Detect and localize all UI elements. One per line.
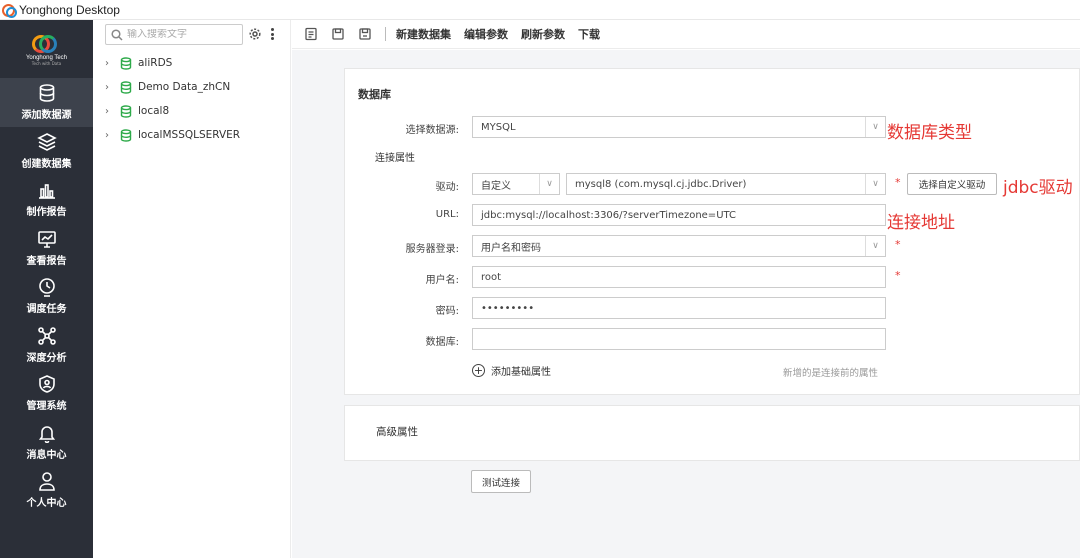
password-input[interactable]: ••••••••• [472, 297, 886, 319]
datasource-tree-panel: › aliRDS › Demo Data_zhCN › local8 › loc… [93, 20, 291, 558]
brand-tagline: Tech with Data [31, 60, 62, 66]
user-icon [38, 472, 55, 492]
network-icon [37, 326, 56, 345]
monitor-chart-icon [37, 230, 56, 248]
database-label: 数据库: [425, 337, 459, 348]
tree-search-box[interactable] [105, 24, 243, 45]
tree-item-local8[interactable]: › local8 [105, 99, 240, 123]
nav-view-report[interactable]: 查看报告 [0, 224, 93, 273]
datasource-select[interactable]: MYSQL ∨ [472, 116, 886, 138]
required-mark: * [895, 176, 901, 189]
url-label: URL: [435, 209, 459, 220]
chevron-right-icon[interactable]: › [105, 130, 113, 141]
datasource-tree: › aliRDS › Demo Data_zhCN › local8 › loc… [105, 51, 240, 147]
database-icon [120, 128, 132, 142]
tree-item-demo-data[interactable]: › Demo Data_zhCN [105, 75, 240, 99]
main-content: 数据库 选择数据源: MYSQL ∨ 连接属性 驱动: 自定义 ∨ mysql8… [292, 50, 1080, 558]
nav-create-dataset[interactable]: 创建数据集 [0, 127, 93, 176]
database-icon [120, 104, 132, 118]
app-logo-icon [2, 3, 17, 18]
nav-schedule-task[interactable]: 调度任务 [0, 272, 93, 321]
nav-message-center[interactable]: 消息中心 [0, 418, 93, 467]
save-as-icon[interactable] [358, 27, 372, 41]
tree-item-localmssqlserver[interactable]: › localMSSQLSERVER [105, 123, 240, 147]
main-toolbar: 新建数据集 编辑参数 刷新参数 下载 [292, 20, 1080, 49]
save-icon[interactable] [331, 27, 345, 41]
left-nav: Yonghong Tech Tech with Data 添加数据源 创建数据集… [0, 20, 93, 558]
database-card: 数据库 选择数据源: MYSQL ∨ 连接属性 驱动: 自定义 ∨ mysql8… [344, 68, 1080, 395]
edit-doc-icon[interactable] [304, 27, 318, 41]
toolbar-divider [385, 27, 386, 41]
download-button[interactable]: 下载 [578, 26, 600, 42]
more-menu-icon[interactable] [269, 28, 275, 40]
server-login-label: 服务器登录: [405, 244, 459, 255]
nav-manage-system[interactable]: 管理系统 [0, 369, 93, 418]
new-dataset-button[interactable]: 新建数据集 [396, 26, 451, 42]
driver-select[interactable]: mysql8 (com.mysql.cj.jdbc.Driver) ∨ [566, 173, 886, 195]
brand-logo: Yonghong Tech Tech with Data [0, 20, 93, 78]
username-input[interactable]: root [472, 266, 886, 288]
chevron-down-icon[interactable]: ∨ [865, 236, 885, 256]
database-section-title: 数据库 [358, 88, 391, 101]
title-bar: Yonghong Desktop [0, 0, 1080, 20]
chevron-right-icon[interactable]: › [105, 82, 113, 93]
chevron-down-icon[interactable]: ∨ [865, 174, 885, 194]
tree-search-input[interactable] [127, 29, 237, 40]
nav-personal-center[interactable]: 个人中心 [0, 466, 93, 515]
window-title: Yonghong Desktop [19, 2, 120, 17]
choose-custom-driver-button[interactable]: 选择自定义驱动 [907, 173, 997, 195]
chevron-down-icon[interactable]: ∨ [539, 174, 559, 194]
nav-deep-analysis[interactable]: 深度分析 [0, 321, 93, 370]
test-connection-button[interactable]: 测试连接 [471, 470, 531, 493]
gear-icon[interactable] [249, 28, 261, 40]
tree-item-alirds[interactable]: › aliRDS [105, 51, 240, 75]
advanced-props-title: 高级属性 [376, 426, 418, 438]
plus-circle-icon: + [472, 364, 485, 377]
layers-icon [36, 132, 57, 151]
chevron-right-icon[interactable]: › [105, 58, 113, 69]
annotation-jdbc-driver: jdbc驱动 [1003, 178, 1073, 198]
advanced-card[interactable]: 高级属性 [344, 405, 1080, 461]
refresh-params-button[interactable]: 刷新参数 [521, 26, 565, 42]
chevron-down-icon[interactable]: ∨ [865, 117, 885, 137]
driver-mode-select[interactable]: 自定义 ∨ [472, 173, 560, 195]
username-label: 用户名: [425, 275, 459, 286]
conn-props-title: 连接属性 [375, 153, 415, 164]
bell-icon [38, 426, 55, 443]
shield-user-icon [38, 375, 55, 394]
nav-add-datasource[interactable]: 添加数据源 [0, 78, 93, 127]
database-icon [120, 80, 132, 94]
driver-label: 驱动: [435, 182, 459, 193]
search-icon [111, 28, 123, 41]
brand-rings-icon [30, 33, 64, 59]
database-input[interactable] [472, 328, 886, 350]
annotation-conn-url: 连接地址 [887, 213, 955, 233]
edit-params-button[interactable]: 编辑参数 [464, 26, 508, 42]
server-login-select[interactable]: 用户名和密码 ∨ [472, 235, 886, 257]
url-input[interactable]: jdbc:mysql://localhost:3306/?serverTimez… [472, 204, 886, 226]
password-label: 密码: [435, 306, 459, 317]
clock-upload-icon [38, 278, 55, 298]
database-icon [120, 56, 132, 70]
bar-chart-icon [38, 184, 55, 200]
required-mark: * [895, 269, 901, 282]
required-mark: * [895, 238, 901, 251]
annotation-db-type: 数据库类型 [887, 123, 972, 143]
chevron-right-icon[interactable]: › [105, 106, 113, 117]
nav-make-report[interactable]: 制作报告 [0, 175, 93, 224]
add-basic-prop-button[interactable]: + 添加基础属性 [472, 363, 551, 378]
database-icon [39, 84, 54, 103]
basic-prop-hint: 新增的是连接前的属性 [783, 368, 879, 379]
datasource-label: 选择数据源: [405, 125, 459, 136]
